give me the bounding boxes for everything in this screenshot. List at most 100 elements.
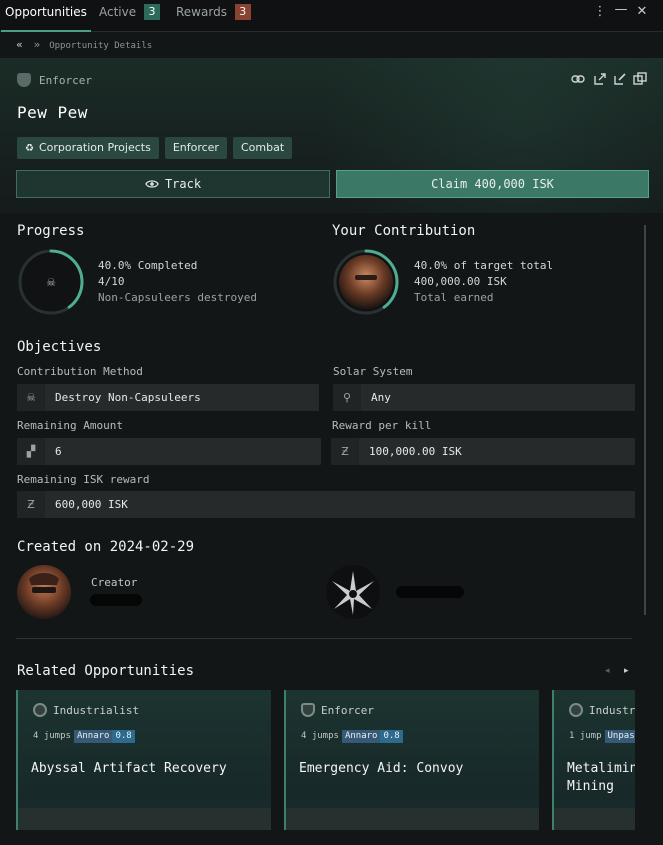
- enforcer-icon: [17, 73, 31, 87]
- tab-opportunities[interactable]: Opportunities: [1, 0, 91, 32]
- solar-system-value: Any: [371, 391, 391, 404]
- isk-icon: Ƶ: [331, 438, 359, 465]
- contribution-ring: [333, 249, 399, 315]
- card-title: Abyssal Artifact Recovery: [31, 761, 227, 776]
- claim-button[interactable]: Claim 400,000 ISK: [336, 170, 649, 198]
- progress-percent: 40.0% Completed: [98, 259, 198, 272]
- related-heading: Related Opportunities: [17, 663, 195, 679]
- related-card[interactable]: Enforcer 4 jumps Annaro 0.8 Emergency Aid:…: [284, 690, 539, 830]
- progress-description: Non-Capsuleers destroyed: [98, 291, 257, 304]
- contribution-method-value: Destroy Non-Capsuleers: [55, 391, 201, 404]
- contribution-method-field: ☠ Destroy Non-Capsuleers: [17, 384, 319, 411]
- enforcer-icon: [301, 703, 315, 717]
- remaining-amount-value: 6: [55, 445, 62, 458]
- remaining-isk-field: Ƶ 600,000 ISK: [17, 491, 635, 518]
- corporation-logo[interactable]: [326, 565, 380, 619]
- corporation-name-redacted: [396, 586, 464, 598]
- more-options-icon[interactable]: ⋮: [592, 4, 608, 19]
- progress-stats: 40.0% Completed 4/10 Non-Capsuleers dest…: [98, 258, 257, 306]
- reward-per-kill-field: Ƶ 100,000.00 ISK: [331, 438, 635, 465]
- tab-label: Active: [99, 5, 137, 19]
- breadcrumb-current: Opportunity Details: [49, 41, 153, 51]
- system-chip: Annaro: [341, 730, 381, 743]
- edit-icon[interactable]: [613, 72, 627, 86]
- card-meta: 1 jump Unpas: [569, 730, 635, 743]
- remaining-amount-label: Remaining Amount: [17, 419, 123, 432]
- remaining-amount-field: ▞ 6: [17, 438, 321, 465]
- remaining-isk-value: 600,000 ISK: [55, 498, 128, 511]
- card-title: Emergency Aid: Convoy: [299, 761, 464, 776]
- system-chip: Annaro: [73, 730, 113, 743]
- related-card[interactable]: Industrial 1 jumpUnpas Metalimin Mining: [552, 690, 635, 830]
- related-card[interactable]: Industrialist 4 jumps Annaro 0.8 Abyssal A…: [16, 690, 271, 830]
- tab-label: Opportunities: [5, 5, 87, 19]
- contribution-description: Total earned: [414, 291, 494, 304]
- solar-system-label: Solar System: [333, 365, 413, 378]
- scroll-left-icon[interactable]: ◂: [605, 666, 610, 676]
- open-external-icon[interactable]: [593, 72, 607, 86]
- location-pin-icon: ⚲: [333, 384, 361, 411]
- card-category: Enforcer: [321, 704, 374, 717]
- isk-icon: Ƶ: [17, 491, 45, 518]
- tab-rewards[interactable]: Rewards 3: [176, 0, 251, 32]
- breadcrumb: « » Opportunity Details: [16, 38, 152, 54]
- count-badge: 3: [234, 4, 251, 20]
- count-badge: 3: [143, 4, 160, 20]
- track-button[interactable]: Track: [16, 170, 330, 198]
- progress-heading: Progress: [17, 223, 85, 239]
- divider: [16, 638, 632, 639]
- copy-icon[interactable]: [633, 72, 647, 86]
- creator-avatar[interactable]: [17, 565, 71, 619]
- industrialist-icon: [569, 703, 583, 717]
- back-icon[interactable]: «: [16, 38, 23, 51]
- contribution-percent: 40.0% of target total: [414, 259, 554, 272]
- remaining-isk-label: Remaining ISK reward: [17, 473, 150, 486]
- svg-text:☠: ☠: [46, 276, 56, 289]
- tag-corporation-projects[interactable]: ♻ Corporation Projects: [17, 137, 159, 159]
- opportunity-header: Enforcer Pew Pew ♻ Corporation Projects En…: [0, 58, 663, 213]
- eye-icon: [145, 173, 159, 199]
- card-jumps: 4 jumps: [301, 731, 339, 741]
- reward-per-kill-value: 100,000.00 ISK: [369, 445, 462, 458]
- career-label: Enforcer: [17, 73, 92, 87]
- corporation-icon: ♻: [25, 143, 34, 154]
- stack-icon: ▞: [17, 438, 45, 465]
- minimize-icon[interactable]: —: [613, 2, 629, 17]
- scroll-right-icon[interactable]: ▸: [624, 666, 629, 676]
- card-meta: 4 jumps Annaro 0.8: [33, 730, 135, 743]
- card-category: Industrialist: [53, 704, 140, 717]
- contribution-method-label: Contribution Method: [17, 365, 143, 378]
- progress-count: 4/10: [98, 275, 125, 288]
- close-icon[interactable]: ✕: [634, 4, 650, 19]
- creator-name-redacted: [90, 594, 142, 606]
- card-jumps: 4 jumps: [33, 731, 71, 741]
- opportunity-title: Pew Pew: [17, 103, 88, 122]
- card-title: Metalimin Mining: [567, 761, 635, 794]
- created-heading: Created on 2024-02-29: [17, 539, 195, 555]
- security-chip: 0.8: [380, 730, 403, 743]
- industrialist-icon: [33, 703, 47, 717]
- system-chip: Unpas: [604, 730, 635, 743]
- objectives-heading: Objectives: [17, 339, 102, 355]
- contribution-stats: 40.0% of target total 400,000.00 ISK Tot…: [414, 258, 553, 306]
- progress-ring: ☠: [18, 249, 84, 315]
- link-icon[interactable]: [571, 72, 585, 86]
- skull-icon: ☠: [17, 384, 45, 411]
- scrollbar[interactable]: [644, 225, 646, 615]
- tag-enforcer[interactable]: Enforcer: [164, 137, 227, 159]
- tab-label: Rewards: [176, 5, 227, 19]
- solar-system-field: ⚲ Any: [333, 384, 635, 411]
- card-jumps: 1 jump: [569, 731, 602, 741]
- card-category: Industrial: [589, 704, 635, 717]
- reward-per-kill-label: Reward per kill: [332, 419, 432, 432]
- tab-bar: Opportunities Active 3 Rewards 3 ⋮ — ✕: [0, 0, 663, 32]
- creator-label: Creator: [91, 576, 138, 589]
- card-meta: 4 jumps Annaro 0.8: [301, 730, 403, 743]
- tab-active[interactable]: Active 3: [99, 0, 160, 32]
- security-chip: 0.8: [112, 730, 135, 743]
- contribution-amount: 400,000.00 ISK: [414, 275, 507, 288]
- tag-list: ♻ Corporation Projects Enforcer Combat: [17, 137, 298, 159]
- tag-combat[interactable]: Combat: [232, 137, 293, 159]
- contribution-heading: Your Contribution: [332, 223, 476, 239]
- forward-icon[interactable]: »: [34, 38, 41, 51]
